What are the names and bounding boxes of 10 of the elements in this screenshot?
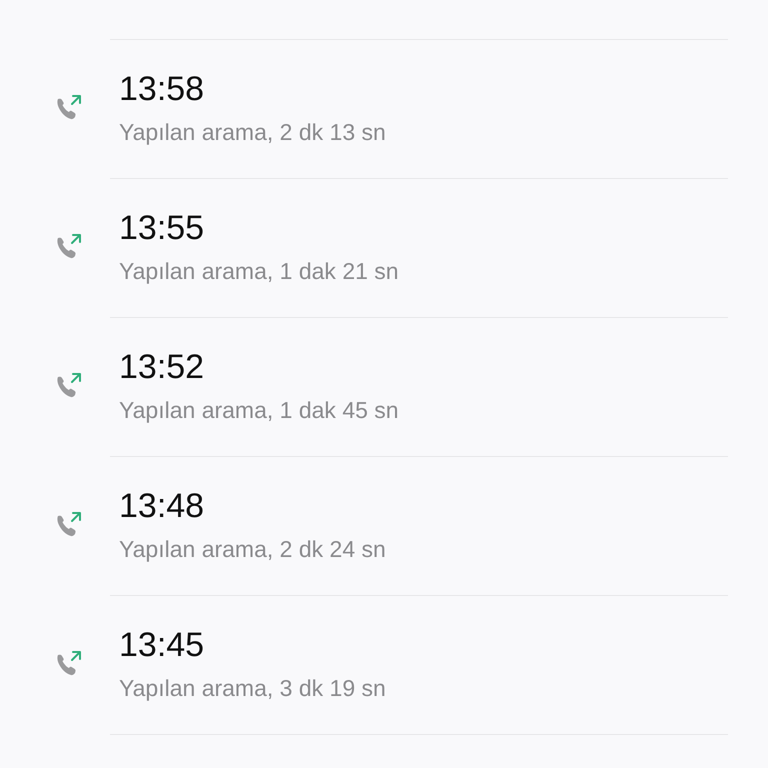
call-detail: Yapılan arama, 2 dk 24 sn: [119, 535, 386, 563]
call-detail: Yapılan arama, 2 dk 13 sn: [119, 118, 386, 146]
call-time: 13:45: [119, 625, 204, 665]
call-detail: Yapılan arama, 1 dak 21 sn: [119, 257, 399, 285]
call-detail: Yapılan arama, 1 dak 45 sn: [119, 396, 399, 424]
call-time: 13:55: [119, 208, 204, 248]
call-detail: Yapılan arama, 3 dk 19 sn: [119, 674, 386, 702]
call-time: 13:58: [119, 69, 204, 109]
call-time: 13:52: [119, 347, 204, 387]
call-time: 13:48: [119, 486, 204, 526]
